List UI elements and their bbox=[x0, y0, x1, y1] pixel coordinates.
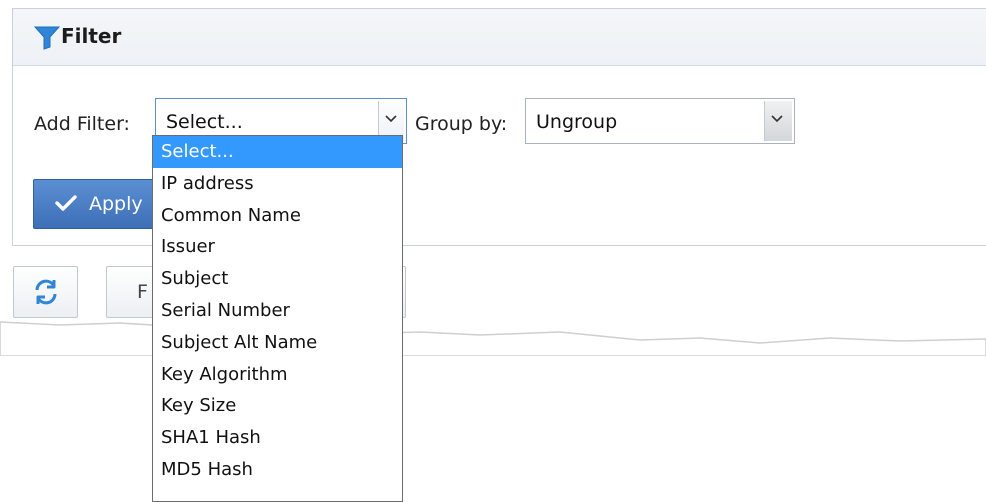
chevron-down-icon bbox=[771, 115, 783, 123]
add-filter-label: Add Filter: bbox=[34, 113, 130, 135]
torn-edge bbox=[0, 321, 986, 356]
dropdown-option[interactable]: IP address bbox=[153, 168, 402, 200]
dropdown-option[interactable]: Serial Number bbox=[153, 295, 402, 327]
dropdown-option[interactable]: Subject Alt Name bbox=[153, 327, 402, 359]
group-by-select-value: Ungroup bbox=[536, 111, 618, 133]
dropdown-option[interactable]: MD5 Hash bbox=[153, 454, 402, 486]
dropdown-option[interactable]: Subject bbox=[153, 263, 402, 295]
apply-label: Apply bbox=[89, 193, 143, 215]
check-icon bbox=[55, 195, 77, 211]
toolbar: F bbox=[0, 246, 986, 356]
dropdown-option[interactable]: Key Algorithm bbox=[153, 359, 402, 391]
dropdown-option[interactable]: Select... bbox=[153, 136, 402, 168]
filter-title: Filter bbox=[61, 24, 122, 48]
group-by-select[interactable]: Ungroup bbox=[525, 98, 795, 144]
dropdown-option[interactable]: Common Name bbox=[153, 200, 402, 232]
add-filter-select-value: Select... bbox=[166, 111, 243, 133]
funnel-icon bbox=[34, 26, 60, 50]
dropdown-option[interactable]: Issuer bbox=[153, 231, 402, 263]
filter-panel-header[interactable]: Filter bbox=[13, 9, 986, 66]
dropdown-option[interactable]: SHA1 Hash bbox=[153, 422, 402, 454]
toolbar-button-label: F bbox=[137, 281, 148, 303]
chevron-down-icon bbox=[385, 115, 397, 123]
add-filter-dropdown-list[interactable]: Select... IP address Common Name Issuer Subj… bbox=[152, 135, 403, 502]
dropdown-option[interactable]: Key Size bbox=[153, 390, 402, 422]
refresh-icon bbox=[35, 279, 57, 305]
group-by-label: Group by: bbox=[415, 113, 508, 135]
group-by-dropdown-button[interactable] bbox=[764, 101, 792, 141]
